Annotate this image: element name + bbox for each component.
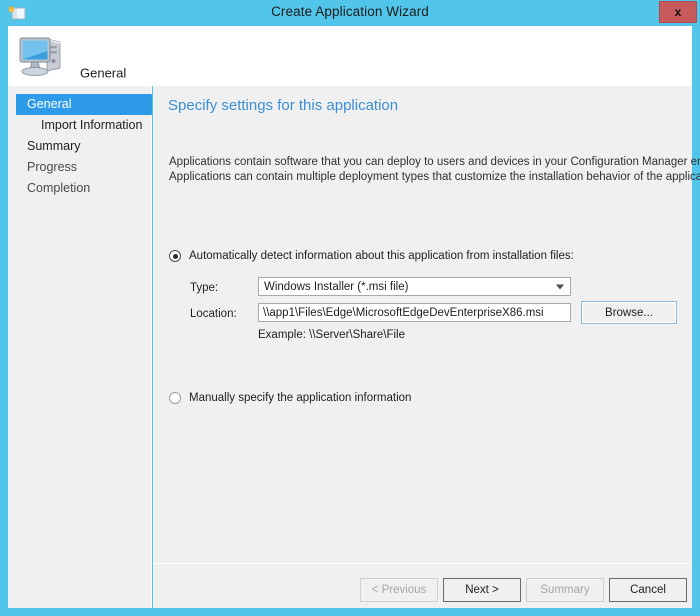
type-select[interactable]: Windows Installer (*.msi file) — [258, 277, 571, 296]
close-icon: x — [674, 5, 682, 19]
page-title: Specify settings for this application — [168, 97, 399, 114]
type-select-value: Windows Installer (*.msi file) — [264, 280, 409, 293]
radio-manually-specify[interactable]: Manually specify the application informa… — [169, 392, 411, 404]
intro-line-1: Applications contain software that you c… — [169, 156, 700, 168]
next-button[interactable]: Next > — [443, 578, 521, 602]
radio-automatically-detect-label: Automatically detect information about t… — [189, 250, 574, 262]
sidebar-item-general[interactable]: General — [16, 94, 152, 115]
radio-manually-specify-label: Manually specify the application informa… — [189, 392, 412, 404]
intro-line-2: Applications can contain multiple deploy… — [169, 171, 700, 183]
sidebar-item-summary[interactable]: Summary — [8, 136, 152, 157]
close-button[interactable]: x — [659, 1, 697, 23]
window-title: Create Application Wizard — [271, 4, 429, 19]
browse-button[interactable]: Browse... — [581, 301, 677, 324]
chevron-down-icon — [556, 284, 564, 289]
radio-automatically-detect[interactable]: Automatically detect information about t… — [169, 250, 574, 262]
computer-icon — [16, 32, 66, 80]
previous-button[interactable]: < Previous — [360, 578, 438, 602]
summary-button[interactable]: Summary — [526, 578, 604, 602]
location-example-text: Example: \\Server\Share\File — [258, 329, 406, 341]
wizard-step-sidebar: General Import Information Summary Progr… — [8, 86, 152, 608]
wizard-banner: General — [8, 26, 692, 86]
cancel-button[interactable]: Cancel — [609, 578, 687, 602]
location-label: Location: — [190, 308, 237, 320]
wizard-footer: < Previous Next > Summary Cancel — [153, 564, 692, 608]
sidebar-item-import-information[interactable]: Import Information — [8, 115, 152, 136]
create-application-wizard-window: Create Application Wizard x General Gene… — [0, 0, 700, 616]
radio-manually-specify-indicator — [169, 392, 181, 404]
radio-automatically-detect-indicator — [169, 250, 181, 262]
wizard-content-panel: Specify settings for this application Ap… — [153, 86, 700, 608]
type-label: Type: — [190, 282, 219, 294]
title-bar: Create Application Wizard x — [0, 0, 700, 26]
location-input[interactable] — [258, 303, 571, 322]
sidebar-item-progress[interactable]: Progress — [8, 157, 152, 178]
sidebar-item-completion[interactable]: Completion — [8, 178, 152, 199]
banner-step-label: General — [80, 65, 127, 81]
wizard-step-list: General Import Information Summary Progr… — [8, 94, 152, 199]
intro-text: Applications contain software that you c… — [169, 155, 700, 185]
